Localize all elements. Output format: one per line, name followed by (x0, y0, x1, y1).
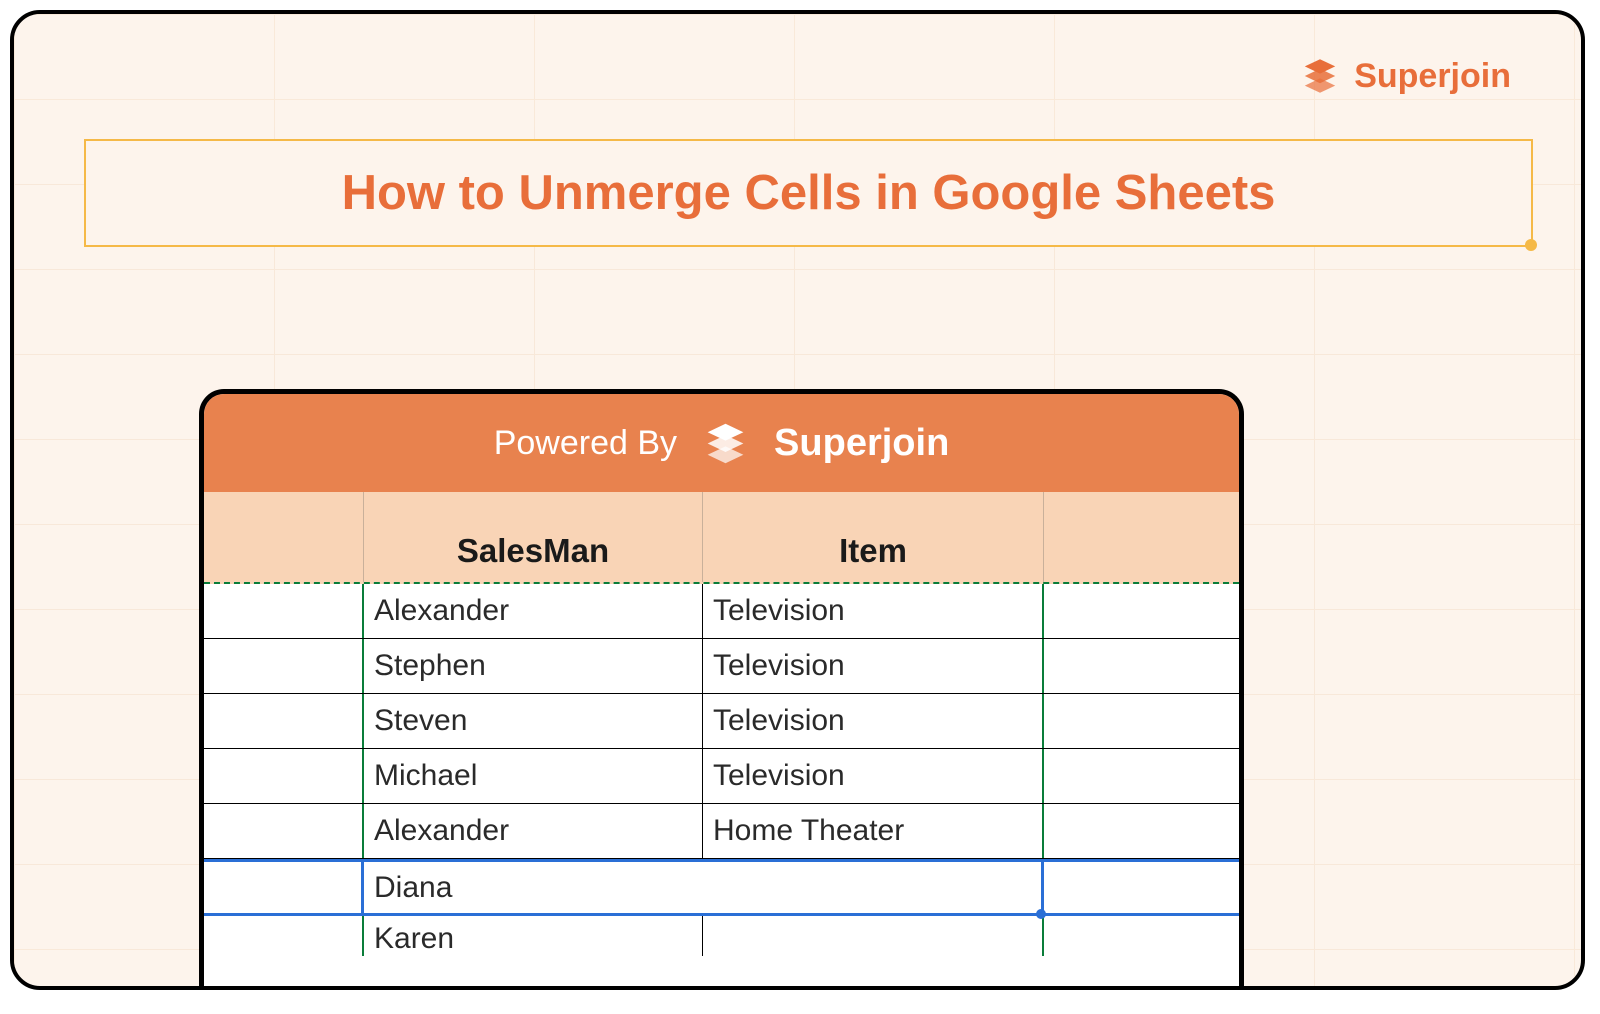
table-row[interactable]: Alexander Television (204, 584, 1239, 639)
item-cell[interactable]: Home Theater (703, 804, 1044, 858)
empty-cell[interactable] (1044, 916, 1239, 956)
superjoin-icon-white (702, 420, 749, 467)
header-empty-0 (204, 492, 364, 582)
header-empty-3 (1044, 492, 1239, 582)
item-cell[interactable]: Television (703, 639, 1044, 693)
row-number-cell (204, 804, 364, 858)
column-header-row: SalesMan Item (204, 492, 1239, 584)
brand-name-top: Superjoin (1354, 57, 1511, 96)
selected-merged-row[interactable]: Diana (204, 859, 1239, 916)
superjoin-icon (1300, 56, 1340, 96)
selection-handle-icon (1525, 239, 1537, 251)
empty-cell[interactable] (1044, 694, 1239, 748)
row-number-cell (204, 694, 364, 748)
empty-cell[interactable] (1044, 804, 1239, 858)
row-number-cell (204, 584, 364, 638)
empty-cell[interactable] (1044, 639, 1239, 693)
selected-merged-cell[interactable]: Diana (364, 862, 1044, 913)
empty-cell[interactable] (1044, 749, 1239, 803)
spreadsheet-header: Powered By Superjoin (204, 394, 1239, 492)
spreadsheet-frame: Powered By Superjoin SalesMan Item Alexa… (199, 389, 1244, 989)
selection-handle-icon[interactable] (1036, 909, 1046, 919)
page-frame: Superjoin How to Unmerge Cells in Google… (10, 10, 1585, 990)
header-item: Item (703, 492, 1044, 582)
item-cell[interactable]: Television (703, 584, 1044, 638)
salesman-cell[interactable]: Alexander (364, 804, 703, 858)
item-cell[interactable] (703, 916, 1044, 956)
table-row[interactable]: Alexander Home Theater (204, 804, 1239, 859)
table-row[interactable]: Michael Television (204, 749, 1239, 804)
empty-cell[interactable] (1044, 862, 1239, 913)
row-number-cell (204, 862, 364, 913)
salesman-cell[interactable]: Karen (364, 916, 703, 956)
table-row[interactable]: Stephen Television (204, 639, 1239, 694)
row-number-cell (204, 749, 364, 803)
item-cell[interactable]: Television (703, 749, 1044, 803)
brand-name-header: Superjoin (774, 422, 949, 465)
title-box: How to Unmerge Cells in Google Sheets (84, 139, 1533, 247)
header-salesman: SalesMan (364, 492, 703, 582)
row-number-cell (204, 916, 364, 956)
salesman-cell[interactable]: Alexander (364, 584, 703, 638)
salesman-cell[interactable]: Stephen (364, 639, 703, 693)
brand-top: Superjoin (1300, 56, 1511, 96)
row-number-cell (204, 639, 364, 693)
powered-by-label: Powered By (494, 424, 677, 463)
page-title: How to Unmerge Cells in Google Sheets (342, 165, 1276, 221)
salesman-cell[interactable]: Michael (364, 749, 703, 803)
partial-row[interactable]: Karen (204, 916, 1239, 956)
table-row[interactable]: Steven Television (204, 694, 1239, 749)
empty-cell[interactable] (1044, 584, 1239, 638)
salesman-cell[interactable]: Steven (364, 694, 703, 748)
item-cell[interactable]: Television (703, 694, 1044, 748)
